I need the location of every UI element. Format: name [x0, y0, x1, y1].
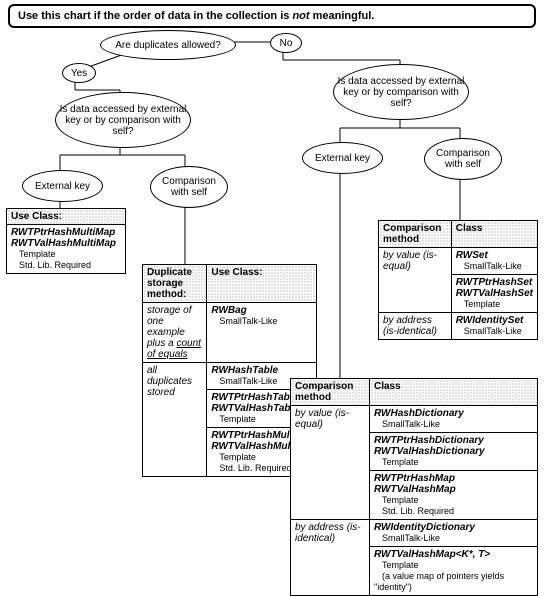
cell-comp-r2c2: RWTPtrHashSet RWTValHashSet Template — [451, 275, 537, 313]
note-smalltalk3: SmallTalk-Like — [456, 261, 522, 271]
decision-access-left: Is data accessed by external key or by c… — [55, 92, 191, 148]
comp-self-left-text: Comparison with self — [153, 176, 225, 198]
note-stdlib3: Std. Lib. Required — [374, 506, 454, 516]
ext-key-right-text: External key — [315, 153, 370, 164]
cls-valhashdict: RWTValHashDictionary — [374, 446, 485, 457]
cls-ptrhashtable: RWTPtrHashTable — [211, 392, 298, 403]
comp-r3c1: by address (is-identical) — [383, 315, 437, 337]
cls-valhashmultimap: RWTValHashMultiMap — [11, 238, 116, 249]
note-template4: Template — [456, 299, 501, 309]
branch-comp-self-right: Comparison with self — [424, 138, 502, 180]
note-smalltalk6: SmallTalk-Like — [374, 533, 440, 543]
cls-identitydict: RWIdentityDictionary — [374, 522, 475, 533]
hdr-comp-method: Comparison method — [379, 221, 452, 248]
cell-ext-r5c2: RWTValHashMap<K*, T> Template (a value m… — [370, 547, 538, 596]
title-text-pre: Use this chart if the order of data in t… — [18, 10, 292, 22]
note-smalltalk2: SmallTalk-Like — [211, 376, 277, 386]
cls-valhashmap-kt: RWTValHashMap<K*, T> — [374, 549, 490, 560]
branch-ext-key-left: External key — [22, 170, 103, 202]
ext-r1c1: by value (is-equal) — [295, 408, 349, 430]
hdr-ext-method: Comparison method — [291, 379, 370, 406]
decision-duplicates-text: Are duplicates allowed? — [115, 40, 221, 51]
cell-ext-r2c2: RWTPtrHashDictionary RWTValHashDictionar… — [370, 433, 538, 471]
note-template5: Template — [374, 457, 419, 467]
cell-left-classes: RWTPtrHashMultiMap RWTValHashMultiMap Te… — [7, 225, 126, 274]
table-comp-self: Comparison method Class by value (is-equ… — [378, 220, 538, 340]
comp-r1c1: by value (is-equal) — [383, 250, 437, 272]
note-identity: (a value map of pointers yields "identit… — [374, 571, 504, 592]
note-template: Template — [11, 249, 56, 259]
title-text-em: not — [292, 10, 309, 22]
title-text-post: meaningful. — [310, 10, 375, 22]
hdr-dup-method: Duplicate storage method: — [143, 265, 207, 303]
decision-duplicates: Are duplicates allowed? — [100, 30, 236, 60]
cell-ext-r1c1: by value (is-equal) — [291, 406, 370, 520]
cell-comp-r3c2: RWIdentitySet SmallTalk-Like — [451, 313, 537, 340]
table-use-class-left: Use Class: RWTPtrHashMultiMap RWTValHash… — [6, 208, 126, 274]
note-stdlib2: Std. Lib. Required — [211, 463, 291, 473]
branch-comp-self-left: Comparison with self — [150, 166, 228, 208]
cls-ptrhashdict: RWTPtrHashDictionary — [374, 435, 484, 446]
cls-valhashset: RWTValHashSet — [456, 288, 533, 299]
hdr-ext-class: Class — [370, 379, 538, 406]
hdr-dup-class: Use Class: — [207, 265, 317, 303]
cell-dup-r1c1: storage of one example plus a count of e… — [143, 303, 207, 363]
branch-ext-key-right: External key — [302, 142, 383, 174]
ext-key-left-text: External key — [35, 181, 90, 192]
cls-valhashmap: RWTValHashMap — [374, 484, 456, 495]
cell-ext-r4c1: by address (is-identical) — [291, 520, 370, 596]
hdr-use-class: Use Class: — [7, 209, 126, 225]
decision-access-right-text: Is data accessed by external key or by c… — [336, 76, 466, 109]
cell-ext-r4c2: RWIdentityDictionary SmallTalk-Like — [370, 520, 538, 547]
note-stdlib: Std. Lib. Required — [11, 260, 91, 270]
chart-title: Use this chart if the order of data in t… — [8, 4, 536, 28]
dup-r2c1: all duplicates stored — [147, 365, 192, 398]
cell-dup-r1c2: RWBag SmallTalk-Like — [207, 303, 317, 363]
table-ext-key: Comparison method Class by value (is-equ… — [290, 378, 538, 596]
cell-ext-r3c2: RWTPtrHashMap RWTValHashMap Template Std… — [370, 471, 538, 520]
cls-rwbag: RWBag — [211, 305, 246, 316]
cls-valhashtable: RWTValHashTable — [211, 403, 298, 414]
note-smalltalk1: SmallTalk-Like — [211, 316, 277, 326]
cls-ptrhashset: RWTPtrHashSet — [456, 277, 533, 288]
decision-access-left-text: Is data accessed by external key or by c… — [58, 104, 188, 137]
note-smalltalk4: SmallTalk-Like — [456, 326, 522, 336]
cls-ptrhashmap: RWTPtrHashMap — [374, 473, 455, 484]
decision-access-right: Is data accessed by external key or by c… — [333, 64, 469, 120]
note-template2: Template — [211, 414, 256, 424]
ext-r4c1: by address (is-identical) — [295, 522, 361, 544]
comp-self-right-text: Comparison with self — [427, 148, 499, 170]
cell-dup-r2c1: all duplicates stored — [143, 363, 207, 477]
cls-identityset: RWIdentitySet — [456, 315, 524, 326]
cell-ext-r1c2: RWHashDictionary SmallTalk-Like — [370, 406, 538, 433]
cls-rwset: RWSet — [456, 250, 488, 261]
cls-hashdict: RWHashDictionary — [374, 408, 464, 419]
note-smalltalk5: SmallTalk-Like — [374, 419, 440, 429]
yes-text: Yes — [71, 68, 87, 79]
cls-ptrhashmultimap: RWTPtrHashMultiMap — [11, 227, 115, 238]
cell-comp-r1c1: by value (is-equal) — [379, 248, 452, 313]
branch-no: No — [270, 33, 302, 53]
cell-comp-r1c2: RWSet SmallTalk-Like — [451, 248, 537, 275]
cls-rwhashtable: RWHashTable — [211, 365, 278, 376]
note-template6: Template — [374, 495, 419, 505]
cell-comp-r3c1: by address (is-identical) — [379, 313, 452, 340]
hdr-comp-class: Class — [451, 221, 537, 248]
note-template7: Template — [374, 560, 419, 570]
branch-yes: Yes — [62, 63, 96, 83]
no-text: No — [280, 38, 293, 49]
note-template3: Template — [211, 452, 256, 462]
